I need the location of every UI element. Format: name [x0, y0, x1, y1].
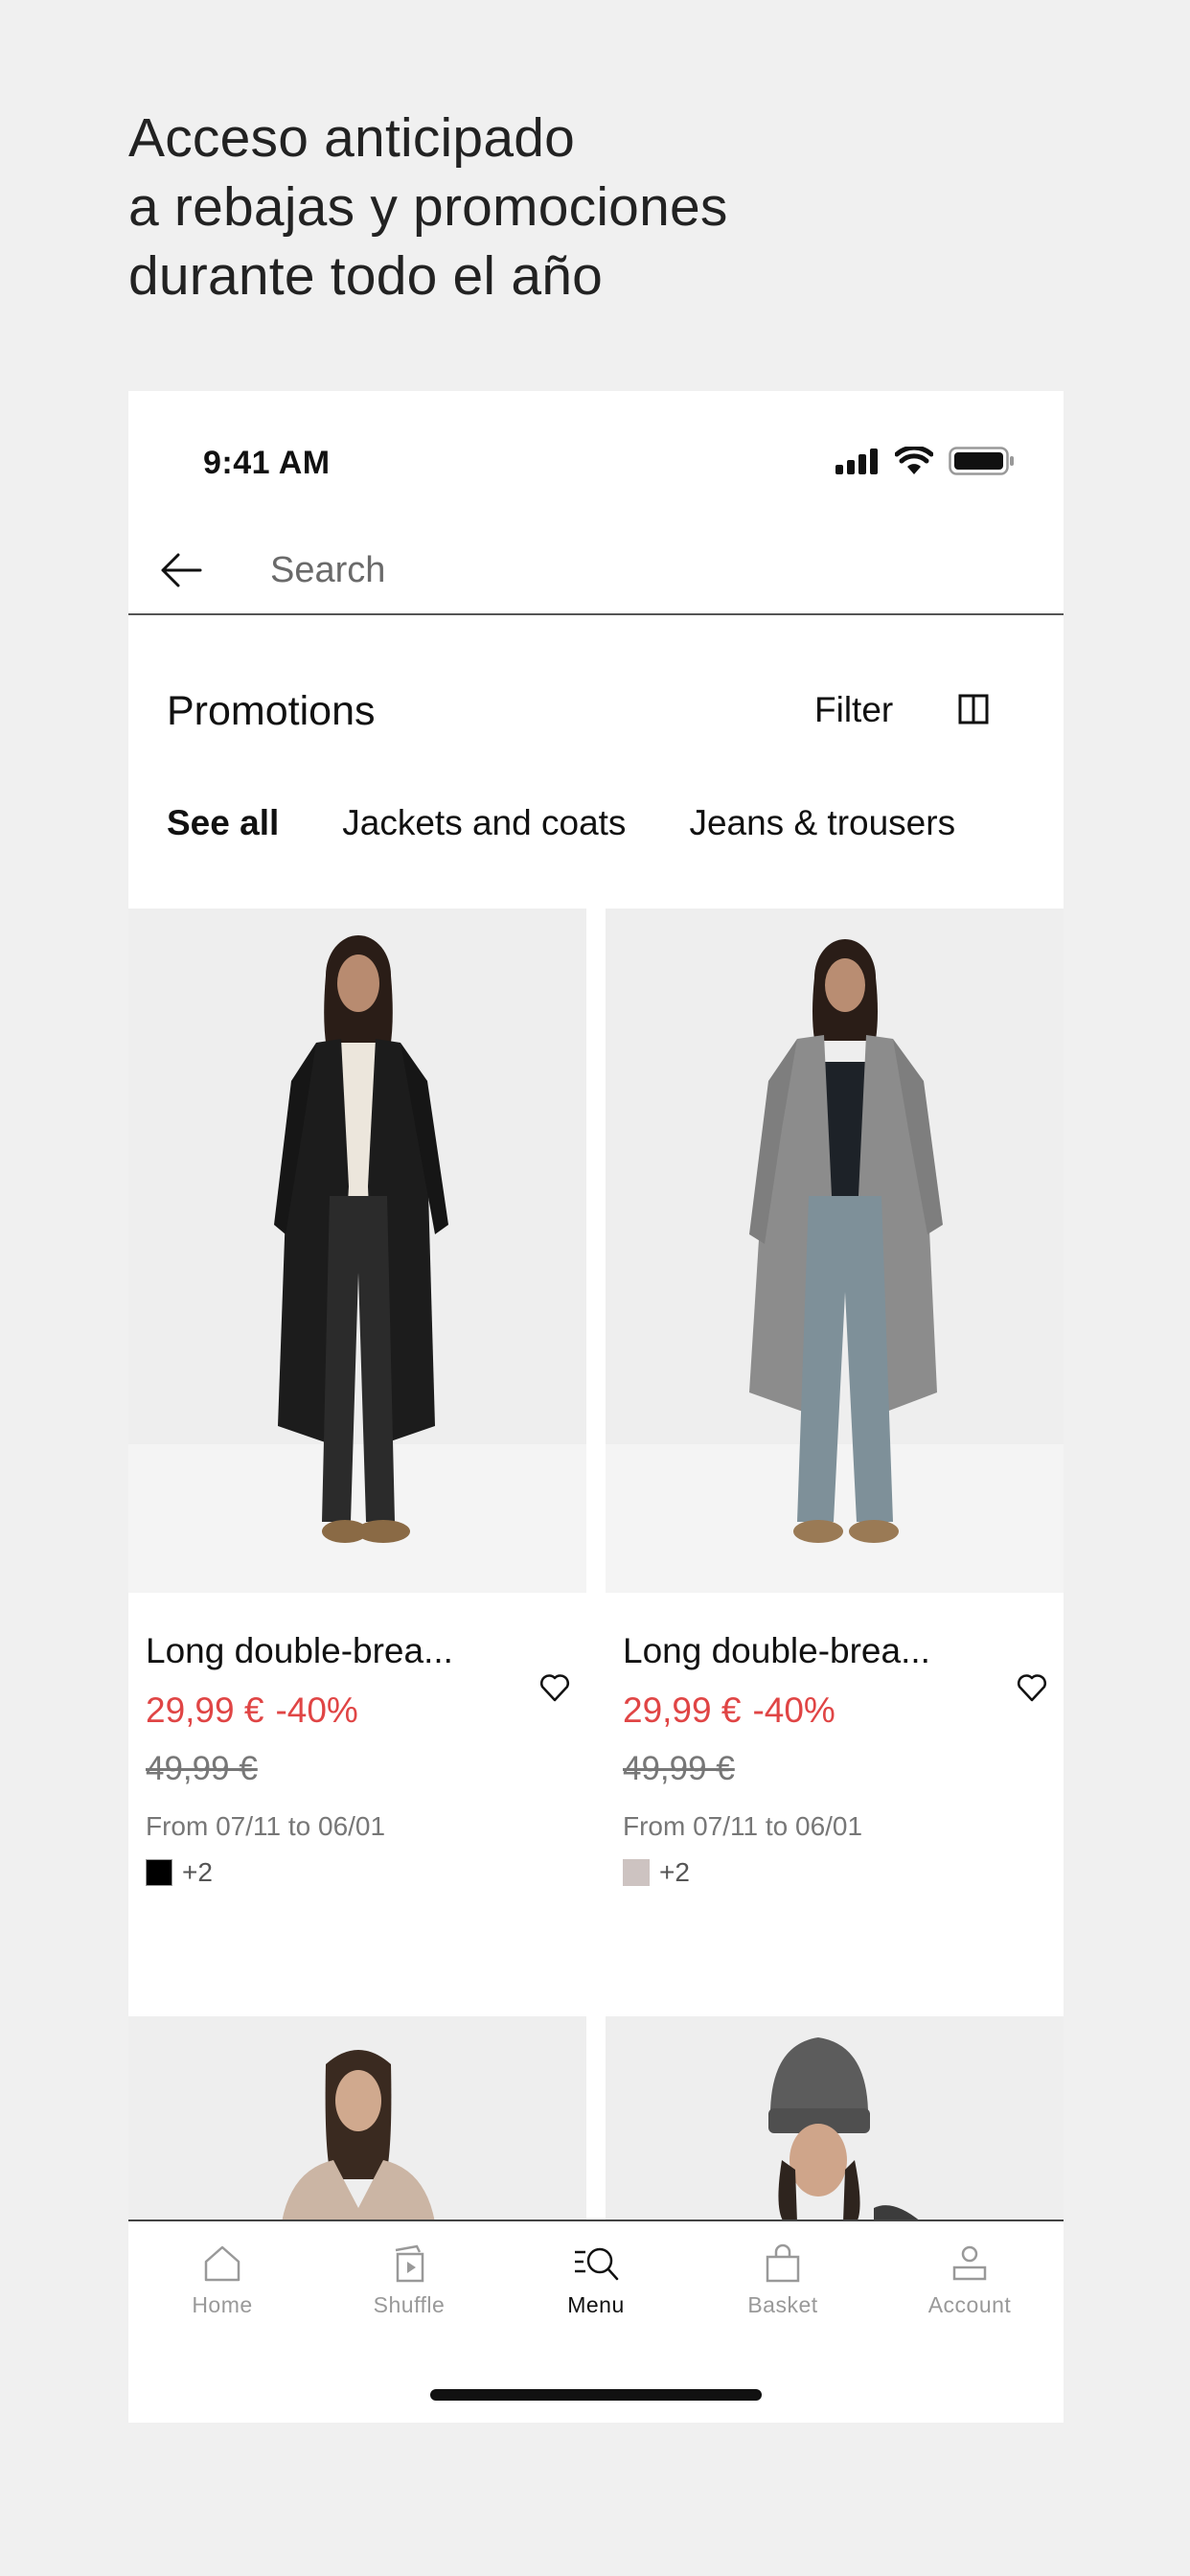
nav-account[interactable]: Account — [893, 2242, 1046, 2318]
section-title: Promotions — [167, 688, 376, 734]
color-swatches: +2 — [623, 1857, 1046, 1888]
nav-home[interactable]: Home — [146, 2242, 299, 2318]
home-icon — [204, 2245, 240, 2282]
promo-headline: Acceso anticipado a rebajas y promocione… — [128, 104, 1087, 310]
grid-view-icon — [958, 694, 989, 724]
nav-home-label: Home — [192, 2292, 253, 2317]
promo-dates: From 07/11 to 06/01 — [623, 1811, 863, 1841]
discount-badge: -40% — [752, 1690, 835, 1730]
signal-icon — [835, 448, 878, 474]
bottom-navigation: Home Shuffle Menu Basket Account — [128, 2220, 1064, 2423]
product-card[interactable]: Long double-brea... 29,99 € -40% 49,99 € … — [128, 908, 586, 1888]
headline-line-1: Acceso anticipado — [128, 107, 576, 169]
product-image[interactable] — [606, 908, 1064, 1593]
shuffle-icon — [395, 2244, 424, 2283]
status-time: 9:41 AM — [203, 445, 331, 481]
tab-jackets-and-coats[interactable]: Jackets and coats — [342, 803, 626, 843]
color-swatch[interactable] — [623, 1859, 650, 1886]
product-image[interactable] — [606, 2016, 1064, 2222]
basket-icon — [766, 2243, 800, 2283]
promo-dates: From 07/11 to 06/01 — [146, 1811, 386, 1841]
sale-price: 29,99 € — [146, 1690, 264, 1730]
discount-badge: -40% — [275, 1690, 358, 1730]
arrow-left-icon — [161, 553, 202, 587]
status-icons — [835, 447, 1016, 475]
product-image[interactable] — [128, 908, 586, 1593]
product-info: Long double-brea... 29,99 € -40% 49,99 € … — [128, 1631, 586, 1888]
home-indicator[interactable] — [430, 2389, 762, 2401]
product-name[interactable]: Long double-brea... — [146, 1631, 569, 1671]
more-colors: +2 — [182, 1857, 213, 1887]
nav-account-label: Account — [927, 2292, 1012, 2317]
original-price: 49,99 € — [623, 1750, 735, 1787]
headline-line-2: a rebajas y promociones — [128, 176, 728, 238]
product-info: Long double-brea... 29,99 € -40% 49,99 € … — [606, 1631, 1064, 1888]
search-bar — [128, 525, 1064, 615]
back-button[interactable] — [153, 542, 209, 598]
headline-line-3: durante todo el año — [128, 245, 604, 307]
color-swatch[interactable] — [146, 1859, 172, 1886]
original-price: 49,99 € — [146, 1750, 258, 1787]
price-row: 29,99 € -40% — [146, 1690, 569, 1731]
filter-button[interactable]: Filter — [814, 690, 893, 730]
sale-price: 29,99 € — [623, 1690, 742, 1730]
wifi-icon — [895, 447, 933, 474]
product-card[interactable] — [128, 2016, 586, 2222]
nav-basket-label: Basket — [747, 2292, 818, 2317]
tab-jeans-trousers[interactable]: Jeans & trousers — [689, 803, 955, 843]
battery-icon — [949, 447, 1014, 475]
search-input[interactable] — [270, 542, 1018, 598]
nav-menu-label: Menu — [567, 2292, 625, 2317]
account-icon — [952, 2245, 987, 2281]
more-colors: +2 — [659, 1857, 690, 1887]
status-bar: 9:41 AM — [128, 391, 1064, 535]
color-swatches: +2 — [146, 1857, 569, 1888]
product-image[interactable] — [128, 2016, 586, 2222]
nav-menu[interactable]: Menu — [519, 2242, 673, 2318]
nav-shuffle[interactable]: Shuffle — [332, 2242, 486, 2318]
phone-screen: 9:41 AM Search Promotions Filter See all… — [128, 391, 1064, 2423]
product-card[interactable]: Long double-brea... 29,99 € -40% 49,99 € … — [606, 908, 1064, 1888]
category-tabs: See all Jackets and coats Jeans & trouse… — [167, 803, 955, 843]
product-card[interactable] — [606, 2016, 1064, 2222]
nav-basket[interactable]: Basket — [706, 2242, 859, 2318]
grid-view-button[interactable] — [954, 690, 993, 728]
menu-search-icon — [575, 2247, 619, 2281]
wishlist-heart-icon[interactable] — [538, 1671, 571, 1704]
price-row: 29,99 € -40% — [623, 1690, 1046, 1731]
wishlist-heart-icon[interactable] — [1016, 1671, 1048, 1704]
product-name[interactable]: Long double-brea... — [623, 1631, 1046, 1671]
tab-see-all[interactable]: See all — [167, 803, 279, 843]
nav-shuffle-label: Shuffle — [373, 2292, 446, 2317]
